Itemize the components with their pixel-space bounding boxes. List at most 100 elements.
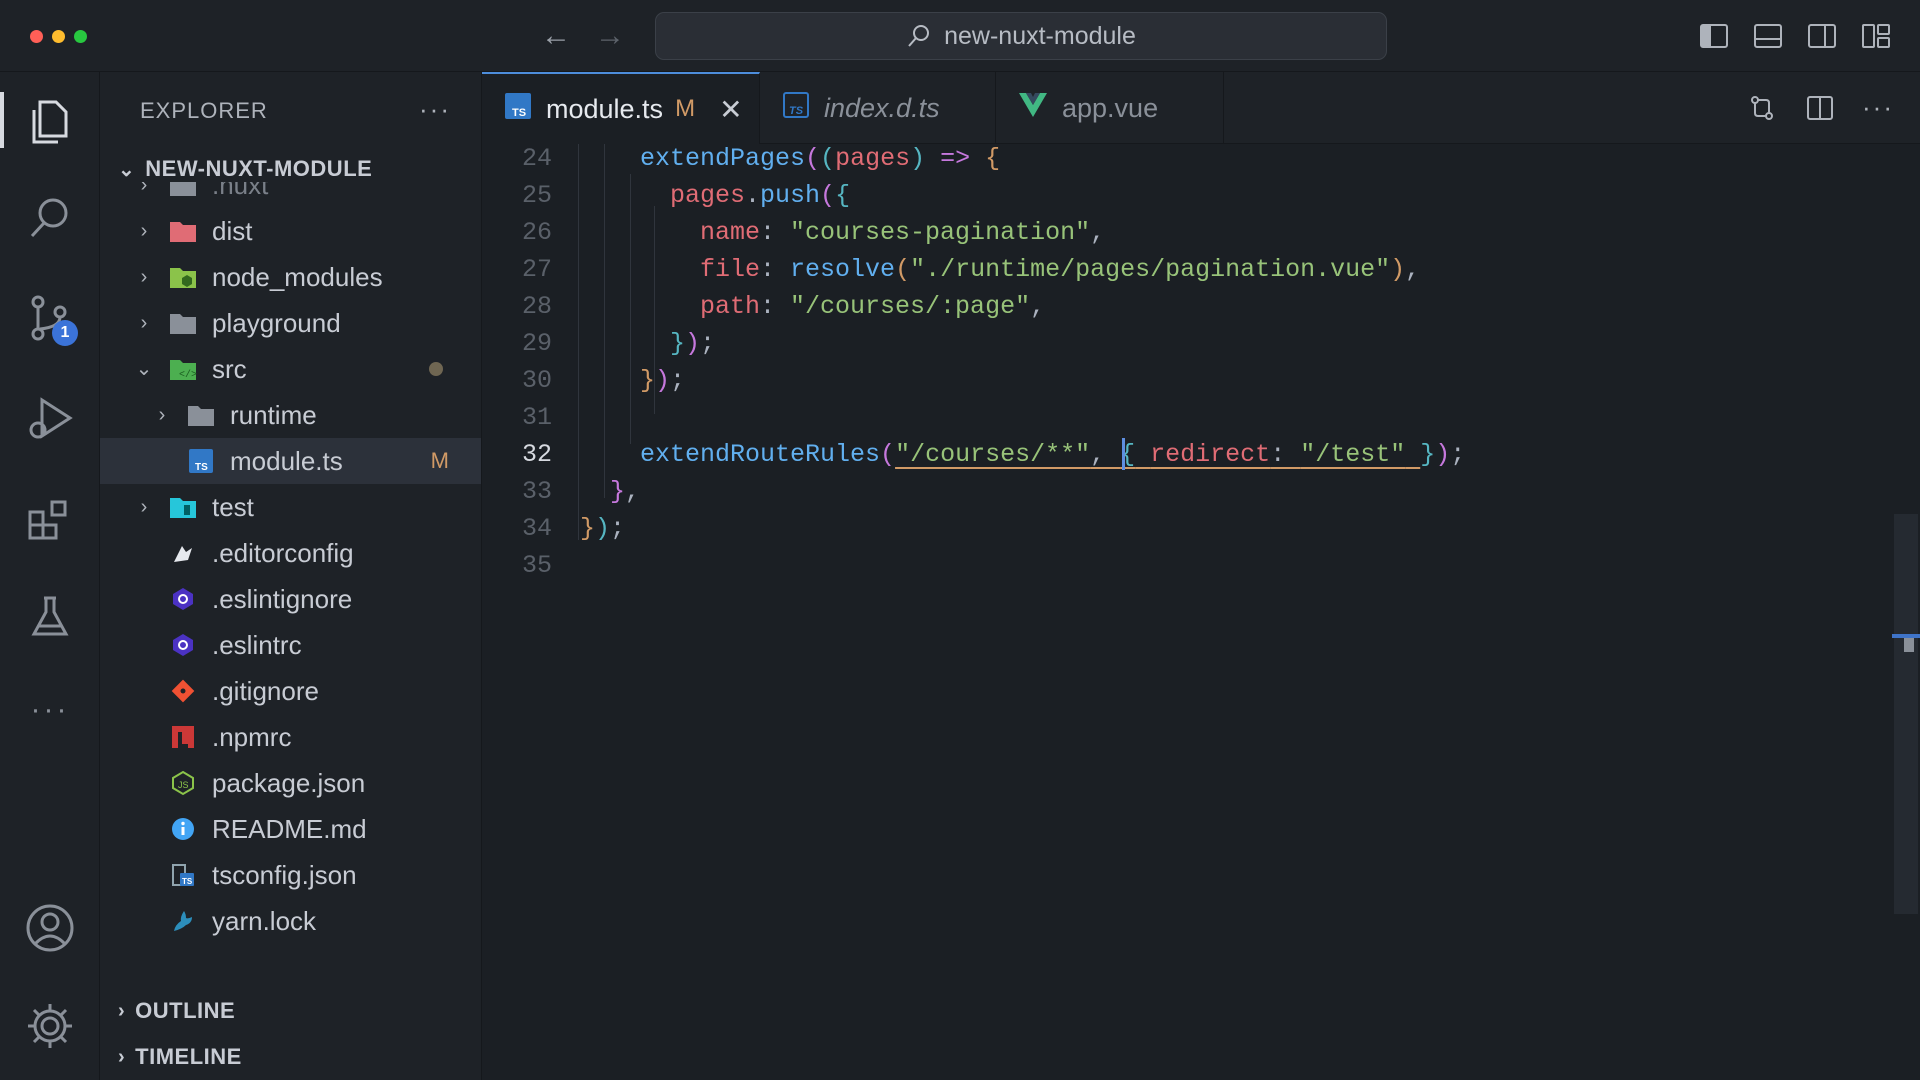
chevron-right-icon: › — [140, 182, 148, 196]
close-window-button[interactable] — [30, 30, 43, 43]
folder-item[interactable]: › test — [100, 484, 481, 530]
toggle-primary-sidebar-icon[interactable] — [1698, 20, 1730, 52]
indent-guide — [604, 144, 605, 498]
tab-app-vue[interactable]: app.vue — [996, 72, 1224, 144]
editor-tab-bar: TS module.ts M ✕ TS index.d.ts app.vue ·… — [482, 72, 1920, 144]
folder-item[interactable]: › .nuxt — [100, 182, 481, 208]
file-item[interactable]: .gitignore — [100, 668, 481, 714]
folder-item[interactable]: ⌄ </> src — [100, 346, 481, 392]
item-label: yarn.lock — [212, 905, 317, 936]
workspace-root-label: NEW-NUXT-MODULE — [145, 156, 373, 181]
file-item[interactable]: .eslintignore — [100, 576, 481, 622]
code-line: name: "courses-pagination", — [700, 218, 1106, 247]
back-arrow-icon[interactable]: ← — [538, 18, 574, 54]
line-number: 33 — [521, 477, 552, 506]
activity-bar: 1 ··· — [0, 72, 100, 1080]
chevron-right-icon: › — [158, 404, 166, 426]
line-number: 27 — [521, 255, 552, 284]
line-number: 25 — [521, 181, 552, 210]
timeline-section[interactable]: › TIMELINE — [118, 1044, 242, 1070]
code-line: path: "/courses/:page", — [700, 292, 1046, 321]
file-item[interactable]: .editorconfig — [100, 530, 481, 576]
more-views-icon[interactable]: ··· — [22, 690, 78, 746]
line-number: 29 — [521, 329, 552, 358]
yarn-icon — [168, 906, 198, 936]
item-label: package.json — [212, 767, 366, 798]
file-item[interactable]: .eslintrc — [100, 622, 481, 668]
nodejs-icon: JS — [168, 768, 198, 798]
testing-icon[interactable] — [22, 590, 78, 646]
run-debug-icon[interactable] — [22, 390, 78, 446]
chevron-down-icon: ⌄ — [135, 358, 153, 380]
folder-item[interactable]: › dist — [100, 208, 481, 254]
tab-index-d-ts[interactable]: TS index.d.ts — [760, 72, 996, 144]
file-item[interactable]: JS package.json — [100, 760, 481, 806]
file-item[interactable]: TS module.ts M — [100, 438, 481, 484]
folder-item[interactable]: › runtime — [100, 392, 481, 438]
more-actions-icon[interactable]: ··· — [1862, 92, 1894, 124]
folder-item[interactable]: › playground — [100, 300, 481, 346]
command-center-search[interactable]: new-nuxt-module — [655, 12, 1387, 60]
search-icon[interactable] — [22, 190, 78, 246]
outline-section[interactable]: › OUTLINE — [118, 998, 235, 1024]
toggle-secondary-sidebar-icon[interactable] — [1806, 20, 1838, 52]
item-label: .eslintrc — [212, 629, 302, 660]
code-line: }); — [640, 366, 686, 395]
chevron-right-icon: › — [140, 496, 148, 518]
explorer-icon[interactable] — [0, 92, 78, 148]
outline-label: OUTLINE — [135, 998, 236, 1023]
folder-item[interactable]: › node_modules — [100, 254, 481, 300]
tab-label: module.ts — [546, 93, 664, 124]
split-editor-icon[interactable] — [1804, 92, 1836, 124]
close-tab-icon[interactable]: ✕ — [719, 93, 742, 126]
git-status-badge: M — [430, 448, 449, 473]
manage-gear-icon[interactable] — [22, 998, 78, 1054]
minimize-window-button[interactable] — [52, 30, 65, 43]
svg-text:TS: TS — [195, 462, 208, 473]
source-control-badge: 1 — [52, 320, 78, 346]
maximize-window-button[interactable] — [74, 30, 87, 43]
item-label: tsconfig.json — [212, 859, 357, 890]
item-label: .editorconfig — [212, 537, 354, 568]
tab-module-ts[interactable]: TS module.ts M ✕ — [482, 72, 760, 144]
svg-text:TS: TS — [182, 877, 193, 886]
vue-icon — [1018, 91, 1048, 126]
folder-test-icon — [168, 492, 198, 522]
chevron-right-icon: › — [118, 1045, 126, 1068]
item-label: module.ts — [230, 445, 343, 476]
chevron-right-icon: › — [118, 999, 126, 1022]
source-control-icon[interactable]: 1 — [22, 290, 78, 346]
customize-layout-icon[interactable] — [1860, 20, 1892, 52]
accounts-icon[interactable] — [22, 900, 78, 956]
typescript-icon: TS — [186, 446, 216, 476]
item-label: node_modules — [212, 261, 383, 292]
file-item[interactable]: TS tsconfig.json — [100, 852, 481, 898]
folder-node-icon — [168, 262, 198, 292]
tab-label: index.d.ts — [824, 92, 940, 123]
open-changes-icon[interactable] — [1746, 92, 1778, 124]
line-number: 32 — [521, 440, 552, 469]
forward-arrow-icon[interactable]: → — [592, 18, 628, 54]
scrollbar-thumb[interactable] — [1894, 514, 1918, 914]
title-bar: ← → new-nuxt-module — [0, 0, 1920, 72]
code-editor[interactable]: 24 25 26 27 28 29 30 31 32 33 34 35 extendPages((pa… — [482, 144, 1920, 1080]
file-tree: › .nuxt › dist › node_modules › playground ⌄ </> s… — [100, 182, 481, 962]
line-number: 31 — [521, 403, 552, 432]
file-item[interactable]: README.md — [100, 806, 481, 852]
extensions-icon[interactable] — [22, 492, 78, 548]
editor-scrollbar[interactable] — [1892, 144, 1920, 1080]
chevron-right-icon: › — [140, 266, 148, 288]
explorer-more-icon[interactable]: ··· — [419, 94, 451, 125]
file-item[interactable]: .npmrc — [100, 714, 481, 760]
workspace-root[interactable]: ⌄ NEW-NUXT-MODULE — [118, 156, 372, 182]
toggle-panel-icon[interactable] — [1752, 20, 1784, 52]
file-item[interactable]: yarn.lock — [100, 898, 481, 944]
item-label: .nuxt — [212, 182, 269, 200]
modified-indicator: M — [675, 95, 696, 122]
search-icon — [908, 25, 930, 47]
